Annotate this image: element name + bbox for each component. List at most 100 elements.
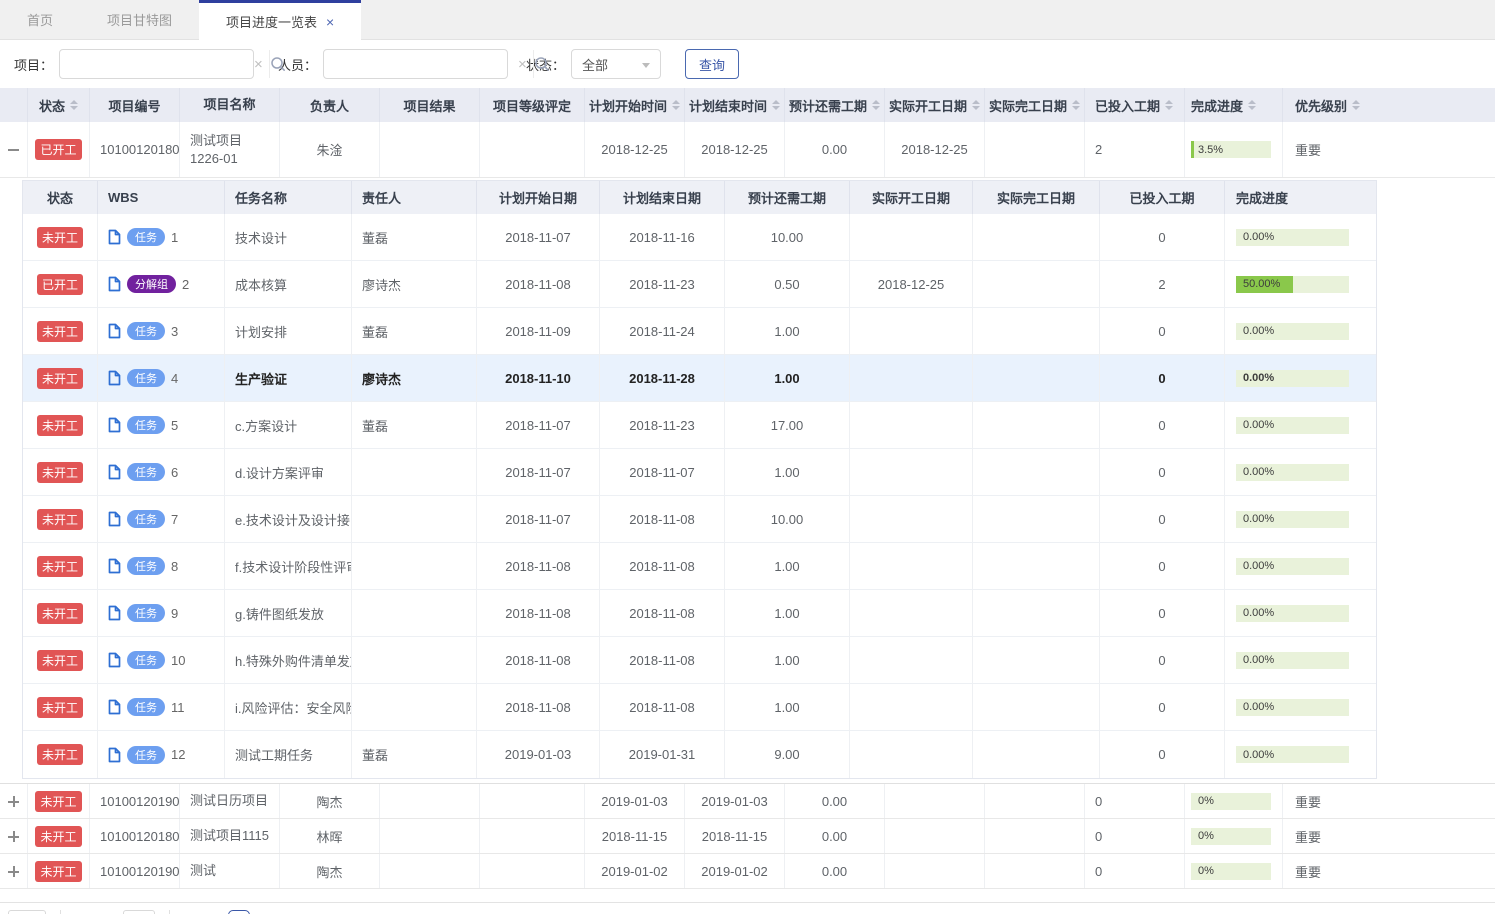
task-row[interactable]: 未开工任务6d.设计方案评审2018-11-072018-11-071.0000…	[23, 449, 1376, 496]
wbs-cell: 任务1	[98, 214, 225, 260]
collapse-icon[interactable]	[8, 144, 19, 155]
project-column-header[interactable]: 已投入工期	[1085, 88, 1185, 122]
wbs-cell: 任务12	[98, 731, 225, 778]
plan-start-date: 2018-11-09	[477, 308, 600, 354]
task-row[interactable]: 未开工任务7e.技术设计及设计接口2018-11-072018-11-0810.…	[23, 496, 1376, 543]
sort-icon[interactable]	[1072, 100, 1080, 110]
project-name: 测试	[180, 854, 280, 888]
sort-icon[interactable]	[1248, 100, 1256, 110]
task-row[interactable]: 已开工分解组2成本核算廖诗杰2018-11-082018-11-230.5020…	[23, 261, 1376, 308]
wbs-cell: 任务9	[98, 590, 225, 636]
invested-duration: 0	[1100, 308, 1225, 354]
progress-cell: 50.00%	[1225, 261, 1376, 307]
task-name: e.技术设计及设计接口	[225, 496, 352, 542]
progress-bar: 0.00%	[1236, 417, 1349, 434]
task-owner: 董磊	[352, 214, 477, 260]
status-select[interactable]: 全部	[571, 49, 661, 79]
project-row[interactable]: 未开工1010012019000测试日历项目陶杰2019-01-032019-0…	[0, 784, 1495, 819]
sort-icon[interactable]	[672, 100, 680, 110]
project-column-header: 项目编号	[90, 88, 180, 122]
plan-start-date: 2018-11-07	[477, 496, 600, 542]
plan-start-date: 2018-11-07	[477, 214, 600, 260]
wbs-cell: 任务8	[98, 543, 225, 589]
tab-progress-overview[interactable]: 项目进度一览表 ×	[199, 0, 361, 40]
progress-bar: 0%	[1191, 863, 1271, 880]
task-owner: 廖诗杰	[352, 355, 477, 401]
wbs-number: 4	[171, 371, 178, 386]
progress-bar: 0.00%	[1236, 229, 1349, 246]
task-row[interactable]: 未开工任务11i.风险评估：安全风险2018-11-082018-11-081.…	[23, 684, 1376, 731]
progress-label: 0%	[1198, 795, 1214, 807]
progress-cell: 0.00%	[1225, 543, 1376, 589]
project-column-header[interactable]: 优先级别	[1283, 88, 1495, 122]
status-badge: 未开工	[37, 321, 83, 342]
task-row[interactable]: 未开工任务5c.方案设计董磊2018-11-072018-11-2317.000…	[23, 402, 1376, 449]
wbs-type-pill: 任务	[127, 746, 165, 764]
task-column-header: 预计还需工期	[725, 181, 850, 214]
task-row[interactable]: 未开工任务10h.特殊外购件清单发放2018-11-082018-11-081.…	[23, 637, 1376, 684]
invested-duration: 0	[1100, 402, 1225, 448]
expand-icon[interactable]	[8, 796, 19, 807]
task-row[interactable]: 未开工任务4生产验证廖诗杰2018-11-102018-11-281.0000.…	[23, 355, 1376, 402]
clear-icon[interactable]: ×	[512, 57, 533, 72]
task-name: g.铸件图纸发放	[225, 590, 352, 636]
close-icon[interactable]: ×	[326, 15, 334, 29]
project-column-header[interactable]: 预计还需工期	[785, 88, 885, 122]
header-label: 项目等级评定	[493, 96, 571, 115]
sort-icon[interactable]	[1165, 100, 1173, 110]
project-column-header[interactable]: 完成进度	[1185, 88, 1283, 122]
sort-icon[interactable]	[872, 100, 880, 110]
search-icon-button[interactable]	[269, 50, 286, 78]
task-row[interactable]: 未开工任务9g.铸件图纸发放2018-11-082018-11-081.0000…	[23, 590, 1376, 637]
project-column-header[interactable]: 实际完工日期	[985, 88, 1085, 122]
clear-icon[interactable]: ×	[248, 57, 269, 72]
project-search-input[interactable]	[60, 50, 248, 78]
page-size-select[interactable]	[8, 910, 46, 914]
project-column-header[interactable]: 计划结束时间	[685, 88, 785, 122]
project-column-header[interactable]: 状态	[28, 88, 90, 122]
actual-start-date	[850, 543, 973, 589]
tab-home[interactable]: 首页	[0, 0, 80, 39]
task-row[interactable]: 未开工任务8f.技术设计阶段性评审2018-11-082018-11-081.0…	[23, 543, 1376, 590]
tab-label: 项目甘特图	[107, 10, 172, 29]
query-button[interactable]: 查询	[685, 49, 739, 79]
actual-start-date	[850, 731, 973, 778]
project-table-header: 状态项目编号项目名称负责人项目结果项目等级评定计划开始时间计划结束时间预计还需工…	[0, 88, 1495, 122]
progress-cell: 0.00%	[1225, 496, 1376, 542]
sort-icon[interactable]	[972, 100, 980, 110]
task-name: 计划安排	[225, 308, 352, 354]
wbs-number: 6	[171, 465, 178, 480]
wbs-type-pill: 任务	[127, 604, 165, 622]
remaining-duration: 1.00	[725, 684, 850, 730]
expand-icon[interactable]	[8, 866, 19, 877]
project-row[interactable]: 未开工1010012018000测试项目1115林晖2018-11-152018…	[0, 819, 1495, 854]
expand-icon[interactable]	[8, 831, 19, 842]
search-icon-button[interactable]	[533, 50, 550, 78]
remaining-duration: 0.00	[785, 784, 885, 818]
task-row[interactable]: 未开工任务3计划安排董磊2018-11-092018-11-241.0000.0…	[23, 308, 1376, 355]
wbs-cell: 任务7	[98, 496, 225, 542]
project-column-header[interactable]: 实际开工日期	[885, 88, 985, 122]
project-row[interactable]: 已开工1010012018000测试项目1226-01朱淦2018-12-252…	[0, 122, 1495, 178]
task-row[interactable]: 未开工任务12测试工期任务董磊2019-01-032019-01-319.000…	[23, 731, 1376, 778]
project-column-header[interactable]: 计划开始时间	[585, 88, 685, 122]
wbs-number: 2	[182, 277, 189, 292]
person-search-input[interactable]	[324, 50, 512, 78]
actual-end-date	[973, 261, 1100, 307]
task-owner: 董磊	[352, 308, 477, 354]
task-owner	[352, 543, 477, 589]
project-row[interactable]: 未开工1010012019000测试陶杰2019-01-022019-01-02…	[0, 854, 1495, 889]
current-page-button[interactable]	[228, 910, 250, 914]
task-status-cell: 未开工	[23, 590, 98, 636]
prev-page-button[interactable]	[123, 910, 155, 914]
task-status-cell: 未开工	[23, 543, 98, 589]
sort-icon[interactable]	[1352, 100, 1360, 110]
sort-icon[interactable]	[772, 100, 780, 110]
tab-gantt-chart[interactable]: 项目甘特图	[80, 0, 199, 39]
sort-icon[interactable]	[70, 100, 78, 110]
progress-label: 0.00%	[1243, 466, 1274, 478]
pagination-bar	[0, 902, 1495, 914]
invested-duration: 0	[1085, 854, 1185, 888]
task-row[interactable]: 未开工任务1技术设计董磊2018-11-072018-11-1610.0000.…	[23, 214, 1376, 261]
expander-cell	[0, 819, 28, 853]
